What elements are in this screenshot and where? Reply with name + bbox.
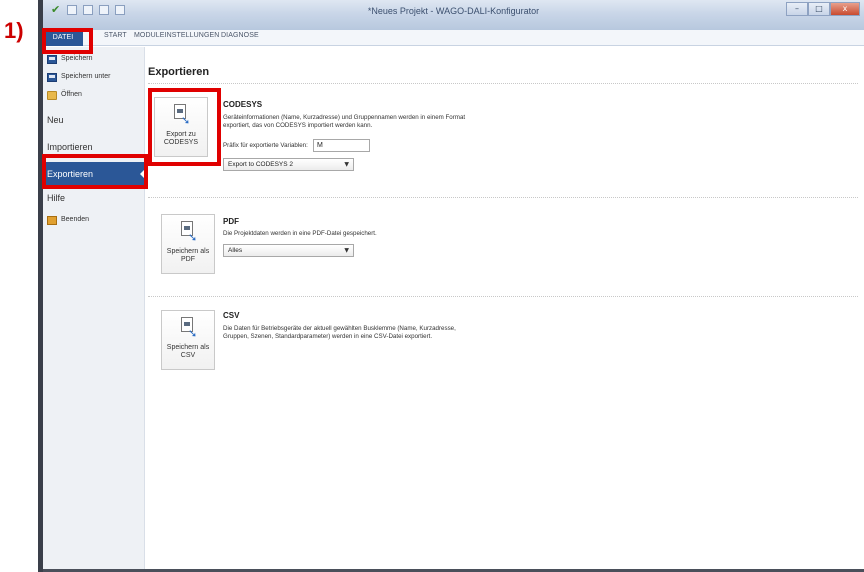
ribbon-tabs: DATEI START MODULEINSTELLUNGEN DIAGNOSE [43, 30, 864, 46]
window-title: *Neues Projekt - WAGO-DALI-Konfigurator [367, 6, 540, 16]
sidebar-item-hilfe[interactable]: Hilfe [43, 193, 145, 207]
export-arrow-icon: ➘ [188, 231, 198, 244]
sidebar-item-label: Speichern [61, 55, 93, 62]
app-window: ✔ *Neues Projekt - WAGO-DALI-Konfigurato… [0, 0, 864, 572]
export-arrow-icon: ➘ [188, 327, 198, 340]
tile-label: Speichern als CSV [166, 344, 210, 359]
divider [148, 197, 858, 198]
sidebar-item-neu[interactable]: Neu [43, 115, 145, 129]
sidebar-item-label: Beenden [61, 216, 90, 223]
save-as-pdf-button[interactable]: ➘ Speichern als PDF [161, 214, 215, 274]
select-value: Alles [228, 247, 243, 254]
sidebar-item-oeffnen[interactable]: Öffnen [43, 91, 145, 102]
step-annotation: 1) [4, 18, 24, 43]
sidebar-item-speichern-unter[interactable]: Speichern unter [43, 73, 145, 84]
section-description-csv: Die Daten für Betriebsgeräte der aktuell… [223, 325, 456, 340]
chevron-down-icon: ▼ [344, 161, 349, 168]
exit-icon [47, 216, 57, 225]
page-title: Exportieren [148, 66, 210, 78]
maximize-button[interactable]: □ [808, 2, 830, 16]
prefix-label: Präfix für exportierte Variablen: [223, 142, 308, 149]
highlight-box-exportieren [42, 154, 148, 189]
section-title-codesys: CODESYS [223, 100, 263, 109]
highlight-box-datei [42, 28, 93, 54]
divider [148, 83, 858, 84]
prefix-input[interactable]: M [313, 139, 370, 152]
floppy-disk-icon [47, 73, 57, 82]
sidebar-item-label: Importieren [47, 142, 93, 152]
select-value: Export to CODESYS 2 [228, 161, 294, 168]
sidebar-item-speichern[interactable]: Speichern [43, 55, 145, 66]
close-button[interactable]: x [830, 2, 860, 16]
save-as-csv-button[interactable]: ➘ Speichern als CSV [161, 310, 215, 370]
divider [148, 296, 858, 297]
export-panel: Exportieren ➘ Export zu CODESYS CODESYS … [146, 47, 864, 572]
pdf-scope-select[interactable]: Alles ▼ [223, 244, 354, 257]
section-title-pdf: PDF [223, 217, 239, 226]
floppy-disk-icon [47, 55, 57, 64]
section-title-csv: CSV [223, 311, 240, 320]
window-controls: – □ x [786, 2, 860, 16]
sidebar-item-label: Hilfe [47, 193, 66, 203]
folder-icon [47, 91, 57, 100]
tile-label: Speichern als PDF [166, 248, 210, 263]
sidebar-item-beenden[interactable]: Beenden [43, 216, 145, 227]
sidebar-item-label: Öffnen [61, 91, 82, 98]
minimize-button[interactable]: – [786, 2, 808, 16]
codesys-version-select[interactable]: Export to CODESYS 2 ▼ [223, 158, 354, 171]
backstage-sidebar: Speichern Speichern unter Öffnen Neu Imp… [43, 47, 146, 572]
sidebar-item-label: Neu [47, 115, 64, 125]
tab-diagnose[interactable]: DIAGNOSE [221, 32, 259, 39]
section-description-codesys: Geräteinformationen (Name, Kurzadresse) … [223, 114, 466, 129]
highlight-box-export-codesys [148, 88, 221, 166]
tab-start[interactable]: START [104, 32, 127, 39]
chevron-down-icon: ▼ [344, 247, 349, 254]
sidebar-item-label: Speichern unter [61, 73, 111, 80]
title-bar: ✔ *Neues Projekt - WAGO-DALI-Konfigurato… [43, 0, 864, 30]
section-description-pdf: Die Projektdaten werden in eine PDF-Date… [223, 230, 377, 237]
tab-moduleinstellungen[interactable]: MODULEINSTELLUNGEN [134, 32, 219, 39]
